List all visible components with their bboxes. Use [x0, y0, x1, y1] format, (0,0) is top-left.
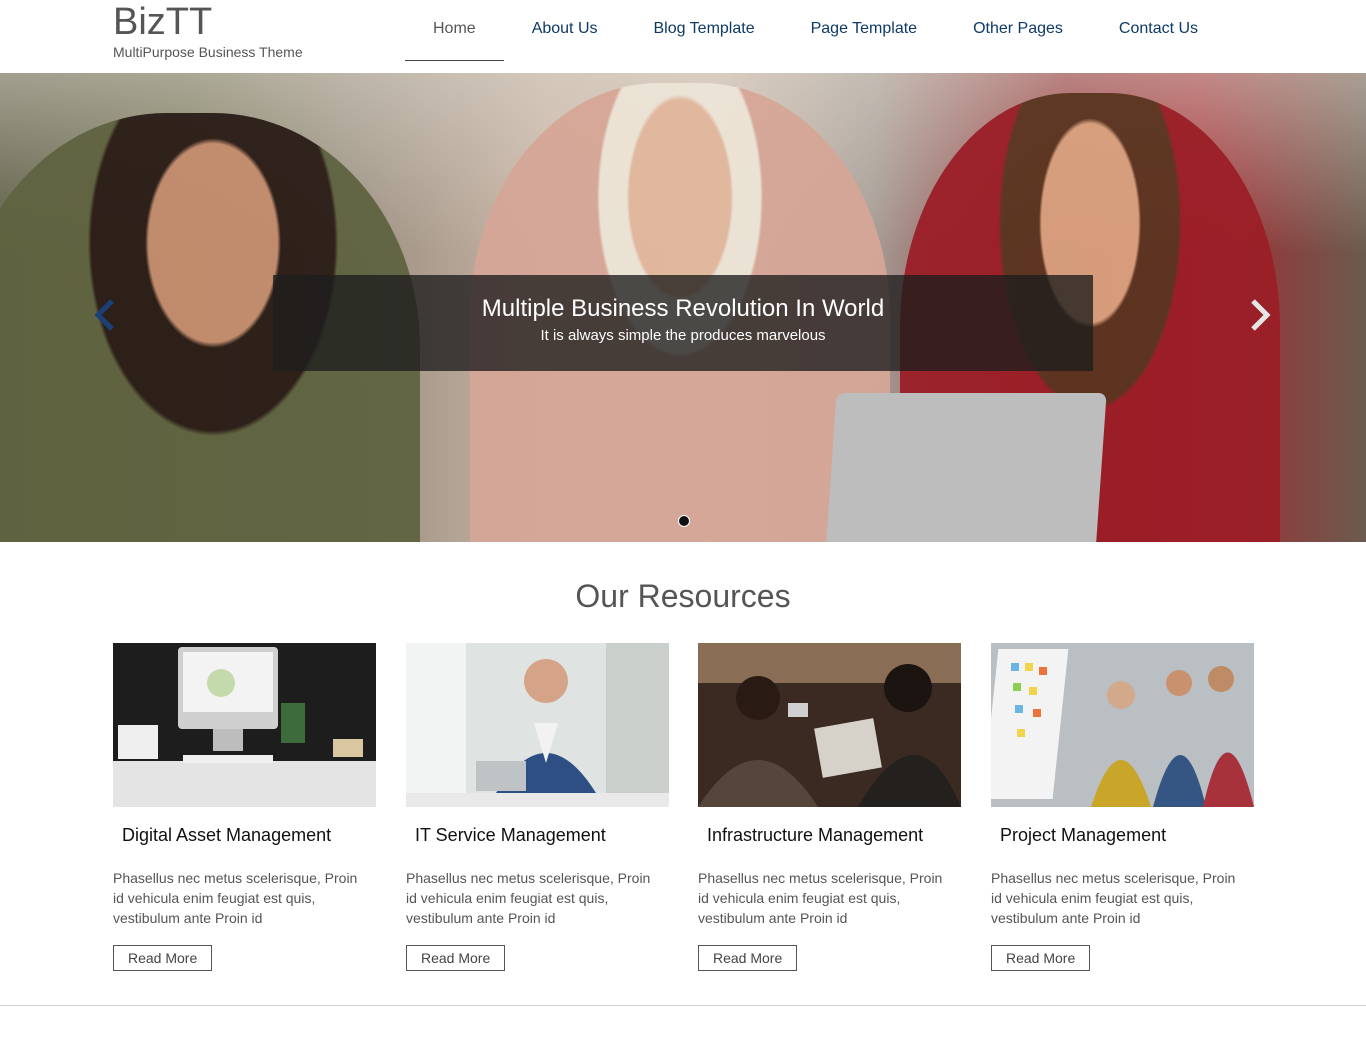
- nav-item-home[interactable]: Home: [405, 0, 504, 61]
- hero-photo-tablet: [823, 393, 1107, 542]
- resource-image-businessman: [406, 643, 669, 807]
- resource-title: Digital Asset Management: [122, 825, 332, 845]
- resource-image-desktop: [113, 643, 376, 807]
- nav-item-blog-template[interactable]: Blog Template: [626, 0, 783, 60]
- hero-slider: Multiple Business Revolution In World It…: [0, 73, 1366, 542]
- resource-description: Phasellus nec metus scelerisque, Proin i…: [406, 870, 651, 926]
- resource-title: Project Management: [1000, 825, 1167, 845]
- hero-caption: Multiple Business Revolution In World It…: [273, 275, 1093, 371]
- nav-item-page-template[interactable]: Page Template: [783, 0, 945, 60]
- read-more-button[interactable]: Read More: [991, 945, 1091, 971]
- resource-title: IT Service Management: [415, 825, 606, 845]
- resource-title: Infrastructure Management: [707, 825, 924, 845]
- main-nav: Home About Us Blog Template Page Templat…: [405, 0, 1226, 61]
- nav-item-about-us[interactable]: About Us: [504, 0, 626, 60]
- site-title[interactable]: BizTT: [113, 0, 212, 44]
- hero-title: Multiple Business Revolution In World: [481, 295, 885, 322]
- resource-description: Phasellus nec metus scelerisque, Proin i…: [698, 870, 943, 926]
- nav-item-other-pages[interactable]: Other Pages: [945, 0, 1091, 60]
- resource-image-meeting: [698, 643, 961, 807]
- site-header: BizTT MultiPurpose Business Theme Home A…: [0, 0, 1366, 73]
- resource-card: Digital Asset Management Phasellus nec m…: [113, 643, 376, 971]
- hero-subtitle: It is always simple the produces marvelo…: [540, 327, 826, 344]
- resource-description: Phasellus nec metus scelerisque, Proin i…: [991, 870, 1236, 926]
- footer-divider: [0, 1005, 1366, 1006]
- read-more-button[interactable]: Read More: [406, 945, 506, 971]
- resources-heading: Our Resources: [575, 578, 791, 614]
- resource-card: Project Management Phasellus nec metus s…: [991, 643, 1254, 971]
- slider-indicator-dot[interactable]: [678, 515, 690, 527]
- site-tagline: MultiPurpose Business Theme: [113, 44, 303, 60]
- resource-image-whiteboard: [991, 643, 1254, 807]
- resource-description: Phasellus nec metus scelerisque, Proin i…: [113, 870, 358, 926]
- resource-card: IT Service Management Phasellus nec metu…: [406, 643, 669, 971]
- nav-item-contact-us[interactable]: Contact Us: [1091, 0, 1226, 60]
- chevron-left-icon[interactable]: [90, 295, 120, 335]
- chevron-right-icon[interactable]: [1245, 295, 1275, 335]
- read-more-button[interactable]: Read More: [113, 945, 213, 971]
- resource-card: Infrastructure Management Phasellus nec …: [698, 643, 961, 971]
- read-more-button[interactable]: Read More: [698, 945, 798, 971]
